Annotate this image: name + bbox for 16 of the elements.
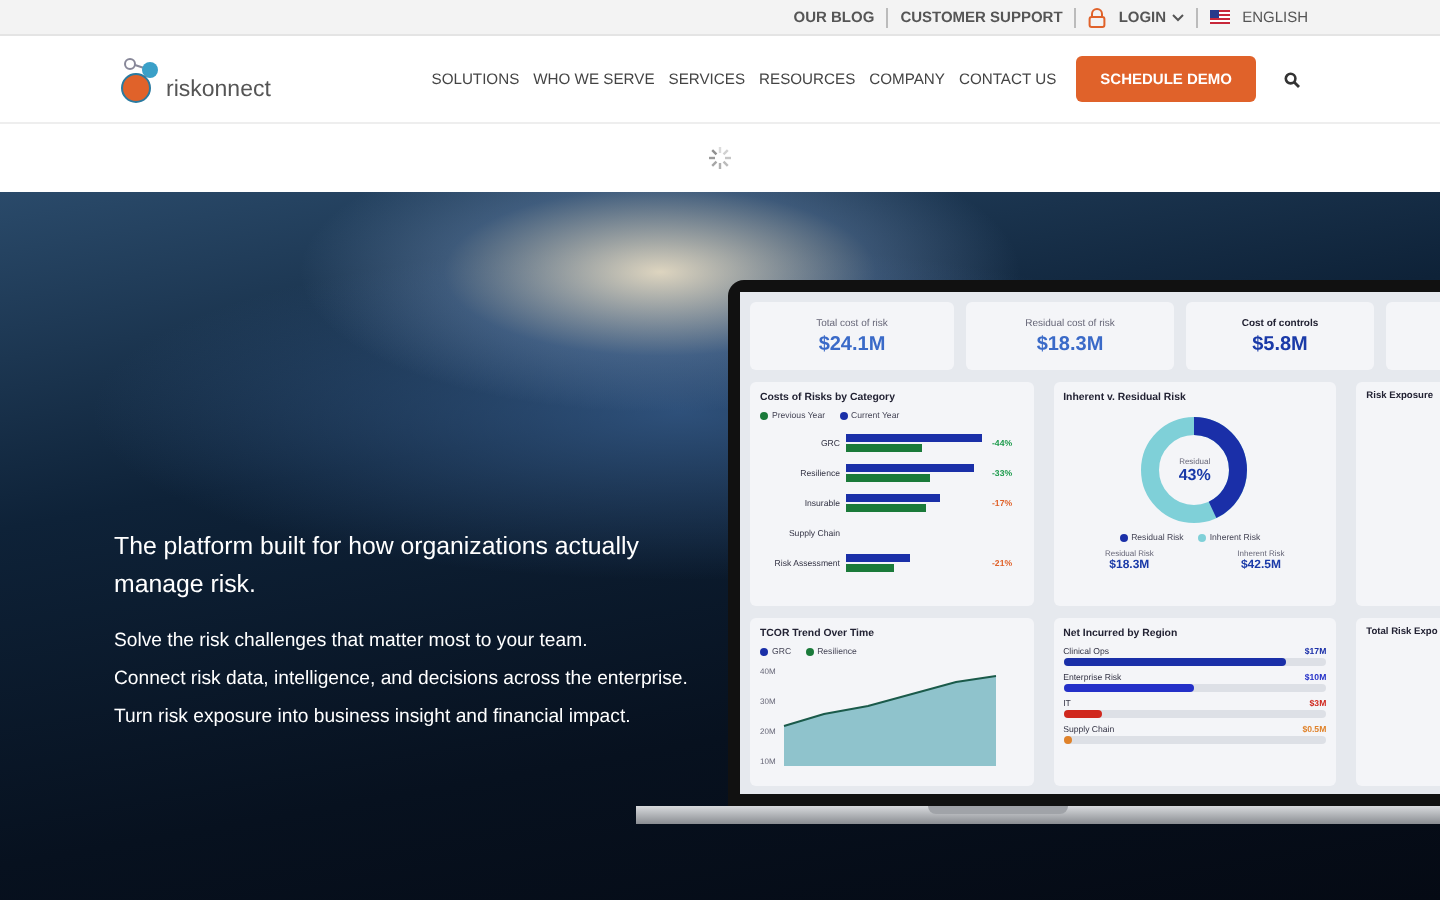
kpi-value: $5.8M bbox=[1252, 333, 1308, 355]
logo-icon bbox=[120, 55, 164, 103]
logo-wordmark[interactable]: riskonnect bbox=[166, 77, 271, 101]
kpi-value: $24.1M bbox=[818, 333, 886, 355]
flag-icon bbox=[1210, 10, 1231, 24]
hero-text: Connect risk data, intelligence, and decisions across the enterprise. bbox=[114, 666, 690, 692]
lock-icon bbox=[1088, 7, 1107, 27]
loading-spinner-icon bbox=[708, 146, 732, 170]
hero-headline: The platform built for how organizations actually manage risk. bbox=[114, 530, 641, 602]
caret-icon bbox=[1172, 13, 1185, 21]
kpi-value: $18.3M bbox=[1036, 333, 1104, 355]
hero-text: Turn risk exposure into business insight and financial impact. bbox=[114, 704, 633, 730]
donut-chart-drawing bbox=[1138, 414, 1251, 526]
search-icon[interactable] bbox=[1284, 71, 1300, 87]
hero-text: Solve the risk challenges that matter most to your team. bbox=[114, 628, 590, 654]
donut-value: 43% bbox=[1178, 466, 1211, 484]
